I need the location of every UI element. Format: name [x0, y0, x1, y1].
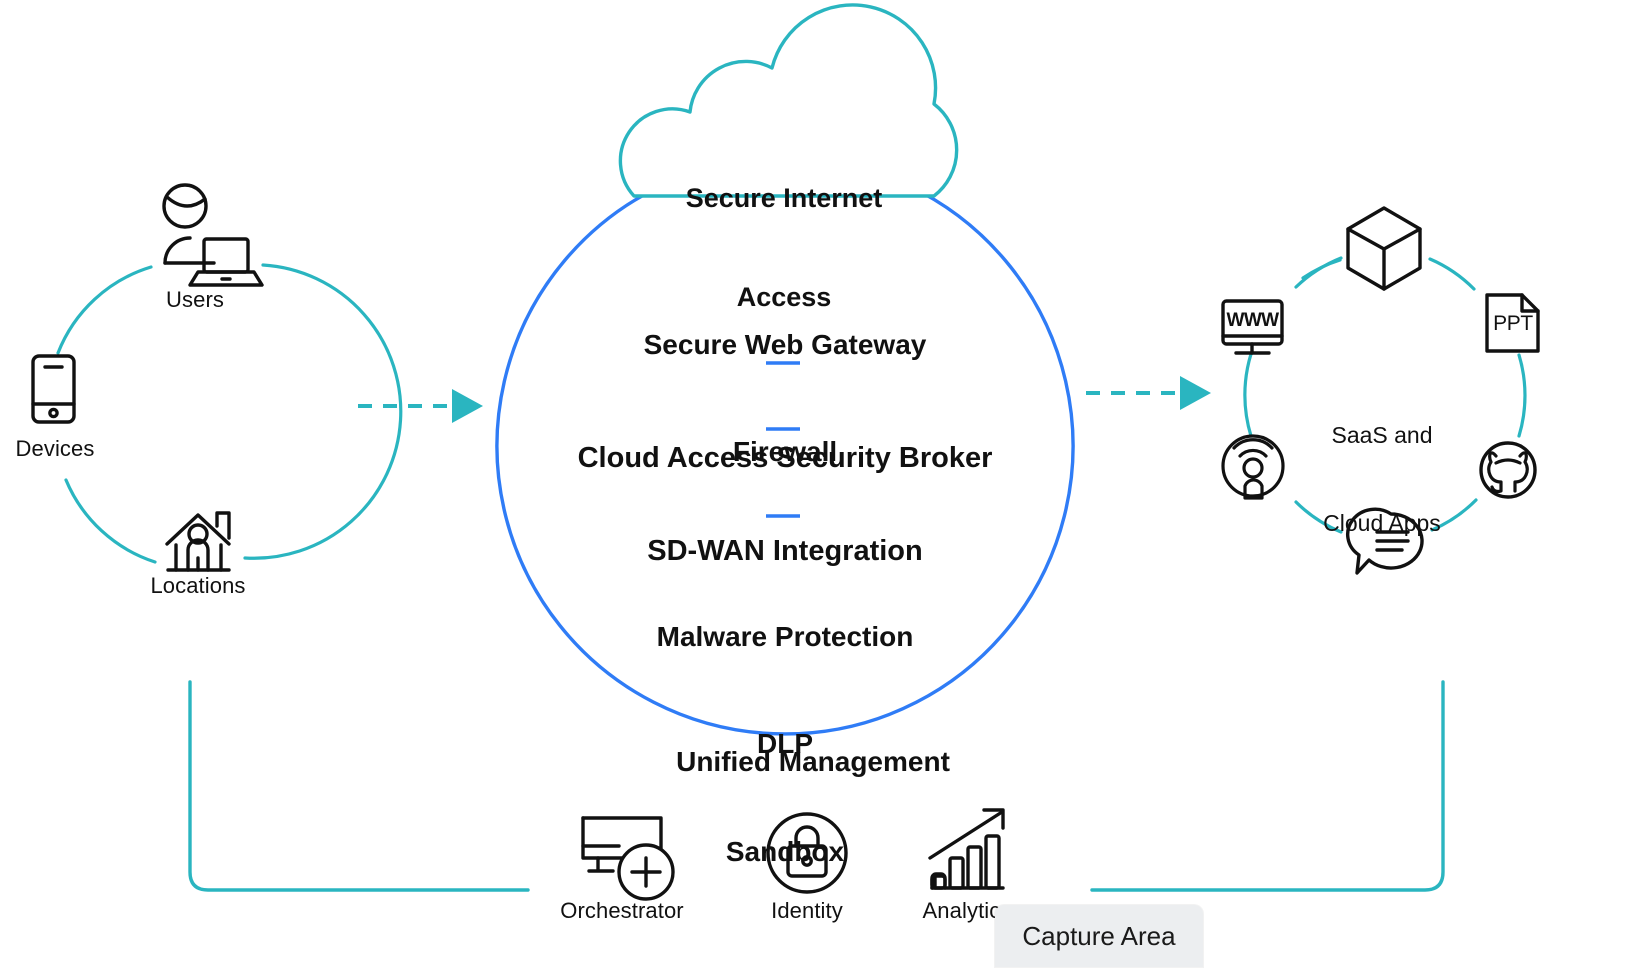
apps-label-line2: Cloud Apps [1323, 510, 1441, 537]
user-laptop-icon [162, 183, 264, 287]
core-line-secure-web-gateway: Secure Web Gateway [643, 328, 927, 360]
cloud-title-line1: Secure Internet [685, 182, 883, 213]
ppt-icon-text: PPT [1493, 312, 1533, 335]
sources-label-users: Users [166, 287, 224, 312]
mobile-phone-icon [31, 354, 76, 424]
github-icon [1479, 441, 1537, 499]
bracket-left [188, 680, 530, 892]
apps-label: SaaS and Cloud Apps [1285, 362, 1479, 598]
home-location-icon [165, 511, 231, 572]
capture-area-label: Capture Area [1022, 920, 1176, 951]
core-line-malware-protection: Malware Protection [656, 620, 914, 652]
cube-icon [1346, 206, 1422, 291]
capture-area-tooltip[interactable]: Capture Area [995, 905, 1203, 967]
sources-label-devices: Devices [15, 436, 95, 461]
bracket-right [1090, 680, 1445, 892]
arrow-sources-to-core [358, 389, 483, 423]
sources-label-locations: Locations [150, 573, 246, 598]
www-icon-text: WWW [1226, 310, 1280, 331]
arrow-core-to-apps [1086, 376, 1211, 410]
broadcast-podcast-icon [1221, 434, 1285, 500]
diagram-canvas: Users Devices Locations Secure Internet … [0, 0, 1628, 976]
footer-label-orchestrator: Orchestrator [560, 898, 684, 923]
unified-management-title: Unified Management [676, 746, 950, 777]
core-line-sandbox: Sandbox [725, 835, 845, 867]
footer-label-identity: Identity [771, 898, 843, 923]
apps-label-line1: SaaS and [1331, 421, 1433, 448]
